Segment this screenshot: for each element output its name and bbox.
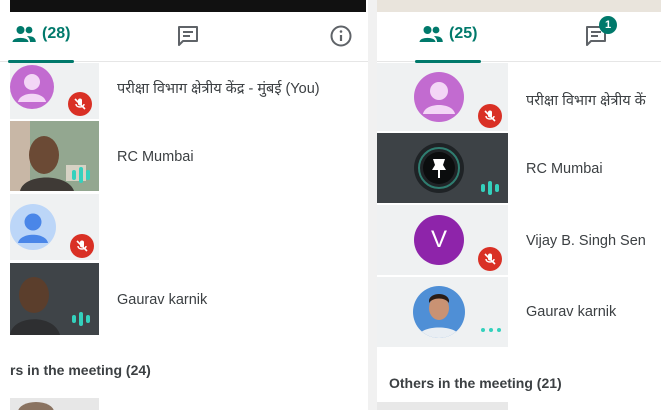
- chat-icon: [178, 26, 198, 46]
- pin-icon: [414, 143, 464, 193]
- tab-chat[interactable]: [176, 24, 202, 48]
- people-icon: [12, 26, 36, 42]
- panel-divider: [368, 0, 377, 410]
- participant-name: Gaurav karnik: [526, 304, 617, 320]
- camera-feed-image: [18, 402, 54, 410]
- speaking-indicator: [481, 180, 499, 196]
- mic-off-icon: [68, 92, 92, 116]
- mic-off-icon: [70, 234, 94, 258]
- profile-photo: [413, 286, 465, 338]
- right-participants-panel: (25) 1 परीक्षा विभाग क्षेत्रीय कें RC Mu…: [377, 0, 661, 410]
- tab-people[interactable]: (25): [415, 25, 482, 63]
- left-participants-panel: (28) परीक्षा विभाग क्षेत्रीय केंद्र - मु…: [0, 0, 368, 410]
- mic-off-icon: [478, 247, 502, 271]
- people-count: (25): [449, 25, 478, 42]
- unread-badge: 1: [599, 16, 617, 34]
- default-avatar-icon: [10, 204, 56, 250]
- more-options-indicator[interactable]: [481, 328, 501, 332]
- video-strip: [10, 0, 366, 12]
- default-avatar-icon: [414, 72, 464, 122]
- people-count: (28): [42, 25, 71, 42]
- participant-name: Gaurav karnik: [117, 292, 208, 308]
- default-avatar-icon: [10, 65, 54, 109]
- participant-video-tile[interactable]: [10, 398, 99, 410]
- letter-avatar: V: [414, 215, 464, 265]
- tab-bar: (28): [0, 12, 368, 63]
- tab-bar: (25) 1: [377, 12, 661, 63]
- mic-off-icon: [478, 104, 502, 128]
- participant-name: परीक्षा विभाग क्षेत्रीय केंद्र - मुंबई (…: [117, 81, 320, 97]
- tab-info[interactable]: [329, 24, 353, 48]
- others-in-meeting-heading: Others in the meeting (21): [389, 375, 562, 391]
- speaking-indicator: [72, 167, 90, 183]
- participant-tile[interactable]: [377, 277, 508, 347]
- tab-people[interactable]: (28): [8, 25, 75, 63]
- participant-tile[interactable]: [377, 402, 508, 410]
- participant-name: परीक्षा विभाग क्षेत्रीय कें: [526, 93, 646, 109]
- participant-name: RC Mumbai: [117, 149, 194, 165]
- video-strip: [377, 0, 661, 12]
- participant-name: RC Mumbai: [526, 161, 603, 177]
- others-in-meeting-heading: rs in the meeting (24): [10, 362, 151, 378]
- people-icon: [419, 26, 443, 42]
- speaking-indicator: [72, 311, 90, 327]
- info-icon: [330, 25, 352, 47]
- participant-name: Vijay B. Singh Sen: [526, 233, 646, 249]
- tab-chat[interactable]: 1: [584, 16, 617, 48]
